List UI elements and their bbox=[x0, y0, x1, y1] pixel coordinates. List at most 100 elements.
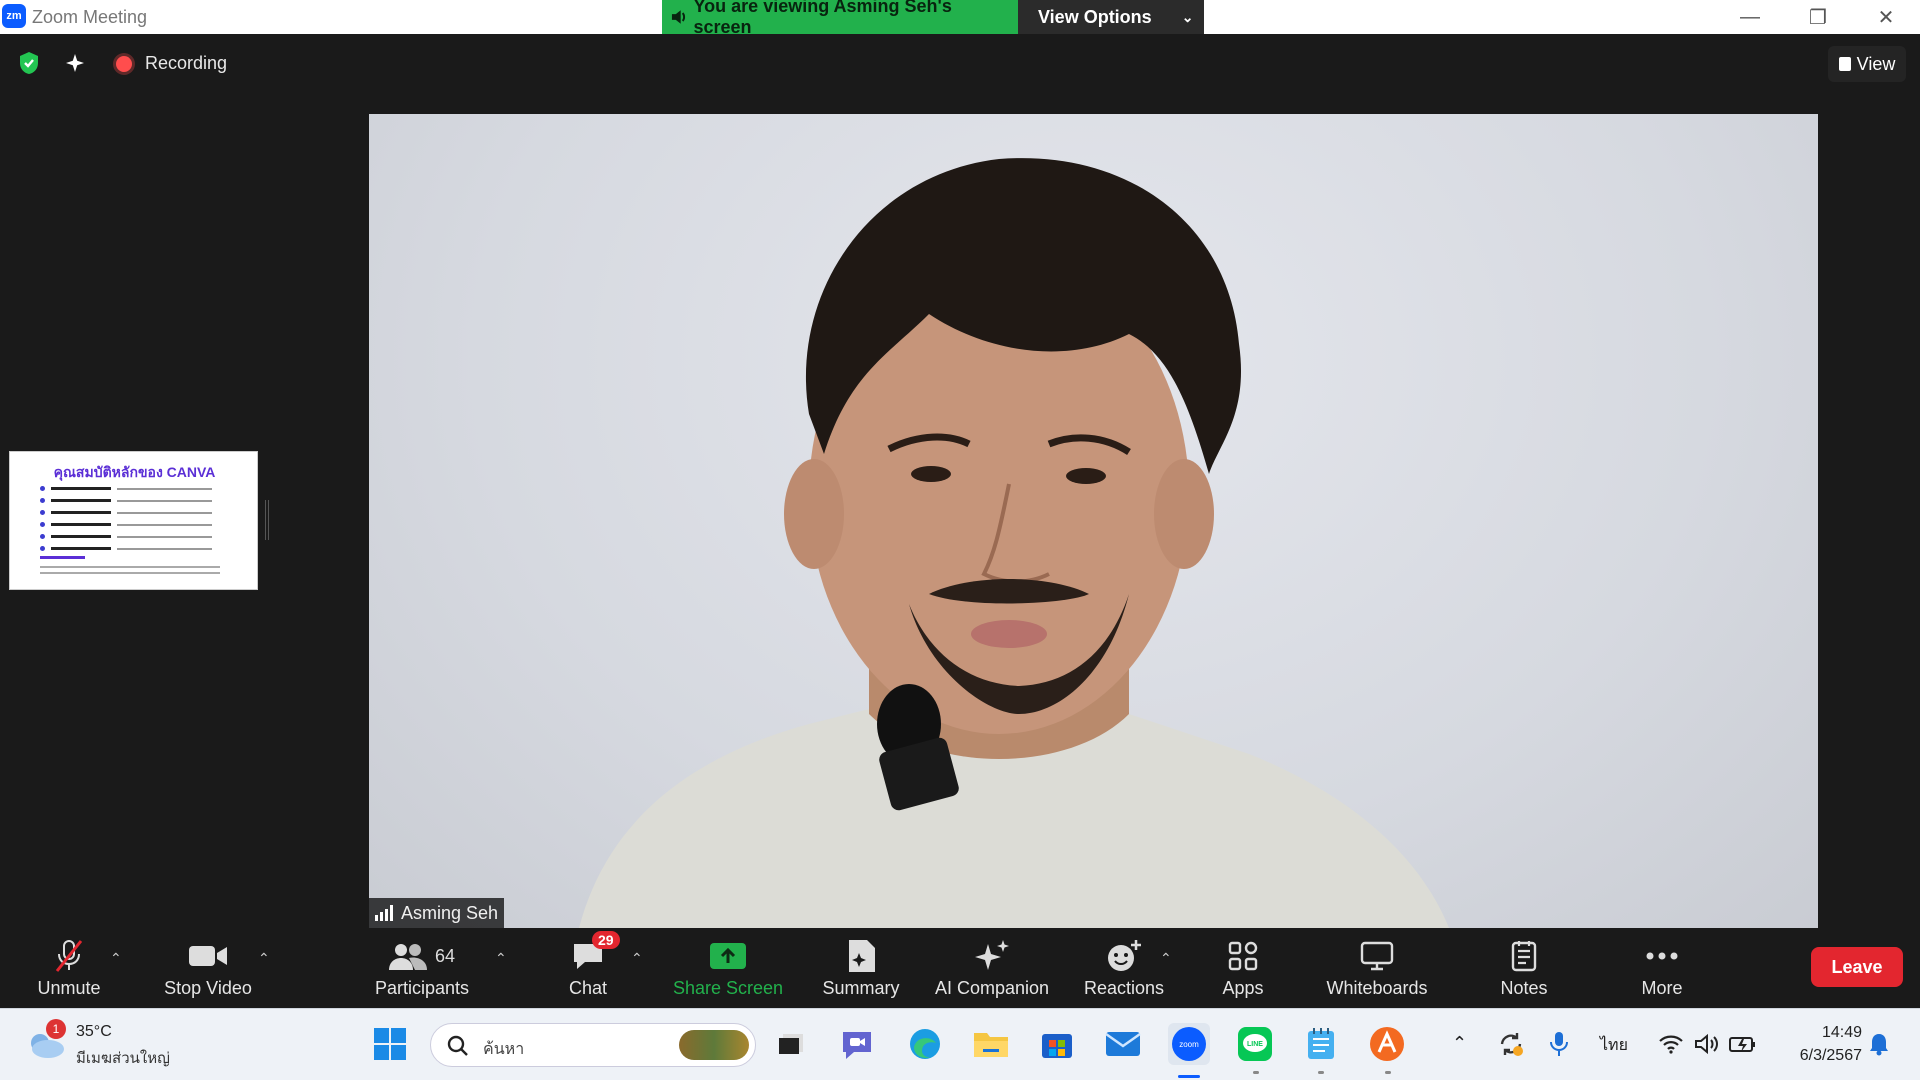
speaker-icon bbox=[671, 10, 686, 24]
thumbnail-line bbox=[40, 572, 220, 574]
participant-video-frame bbox=[579, 158, 1449, 928]
teams-chat-icon[interactable] bbox=[836, 1023, 878, 1065]
participants-count: 64 bbox=[434, 945, 456, 966]
recording-dot-icon bbox=[116, 56, 132, 72]
restore-button[interactable]: ❐ bbox=[1784, 0, 1852, 34]
share-screen-icon bbox=[709, 938, 747, 974]
ai-sparkle-icon[interactable] bbox=[60, 48, 90, 78]
tray-overflow-chevron-icon[interactable]: ⌃ bbox=[1452, 1033, 1467, 1054]
view-button[interactable]: View bbox=[1828, 46, 1906, 82]
thumbnail-line bbox=[40, 566, 220, 568]
microsoft-store-icon[interactable] bbox=[1036, 1023, 1078, 1065]
video-camera-icon bbox=[189, 938, 227, 974]
summary-document-icon bbox=[846, 938, 876, 974]
chat-label: Chat bbox=[568, 978, 608, 998]
ai-companion-button[interactable]: AI Companion bbox=[932, 928, 1052, 1008]
title-bar: zm Zoom Meeting You are viewing Asming S… bbox=[0, 0, 1920, 37]
unmute-button[interactable]: Unmute bbox=[28, 928, 110, 1008]
viewing-status: You are viewing Asming Seh's screen bbox=[662, 0, 1018, 37]
thumbnail-line bbox=[40, 522, 212, 527]
meeting-toolbar: Unmute ⌃ Stop Video ⌃ 64 Participants ⌃ … bbox=[0, 928, 1920, 1008]
view-layout-icon bbox=[1838, 57, 1851, 71]
svg-text:zoom: zoom bbox=[1179, 1040, 1199, 1049]
reactions-emoji-icon bbox=[1106, 938, 1142, 974]
share-screen-button[interactable]: Share Screen bbox=[672, 928, 784, 1008]
weather-alert-badge: 1 bbox=[46, 1019, 66, 1039]
view-label: View bbox=[1856, 53, 1896, 74]
notification-bell-icon[interactable] bbox=[1858, 1023, 1900, 1065]
sync-icon[interactable] bbox=[1490, 1023, 1532, 1065]
notes-icon bbox=[1510, 938, 1538, 974]
leave-button[interactable]: Leave bbox=[1811, 947, 1903, 987]
view-options-button[interactable]: View Options ⌄ bbox=[1018, 0, 1204, 34]
notes-label: Notes bbox=[1500, 978, 1548, 998]
clock-time[interactable]: 14:49 bbox=[1822, 1024, 1862, 1042]
summary-label: Summary bbox=[822, 978, 900, 998]
chat-unread-badge: 29 bbox=[592, 931, 620, 949]
zoom-active-indicator bbox=[1178, 1075, 1200, 1078]
line-app-icon[interactable]: LINE bbox=[1234, 1023, 1276, 1065]
edge-browser-icon[interactable] bbox=[904, 1023, 946, 1065]
chevron-down-icon: ⌄ bbox=[1181, 8, 1194, 25]
thumbnail-line bbox=[40, 486, 212, 491]
window-title: Zoom Meeting bbox=[32, 7, 148, 27]
apps-label: Apps bbox=[1222, 978, 1264, 998]
input-language[interactable]: ไทย bbox=[1600, 1033, 1628, 1058]
stop-video-label: Stop Video bbox=[164, 978, 252, 998]
more-button[interactable]: More bbox=[1634, 928, 1690, 1008]
file-explorer-icon[interactable] bbox=[970, 1023, 1012, 1065]
thumbnail-line bbox=[40, 498, 212, 503]
ai-companion-sparkle-icon bbox=[972, 938, 1012, 974]
ai-companion-label: AI Companion bbox=[934, 978, 1050, 998]
participant-name-tag: Asming Seh bbox=[369, 898, 505, 928]
view-options-label: View Options bbox=[1038, 6, 1152, 27]
reactions-caret-icon[interactable]: ⌃ bbox=[1160, 950, 1172, 967]
weather-temperature[interactable]: 35°C bbox=[76, 1023, 112, 1041]
notepad-icon[interactable] bbox=[1300, 1023, 1342, 1065]
zoom-app-icon[interactable]: zoom bbox=[1168, 1023, 1210, 1065]
recording-label[interactable]: Recording bbox=[145, 53, 227, 74]
signal-strength-icon bbox=[375, 905, 393, 921]
panel-resize-handle[interactable] bbox=[265, 500, 269, 540]
summary-button[interactable]: Summary bbox=[818, 928, 904, 1008]
thumbnail-title: คุณสมบัติหลักของ CANVA bbox=[53, 464, 216, 480]
clock-date[interactable]: 6/3/2567 bbox=[1800, 1047, 1862, 1065]
more-label: More bbox=[1641, 978, 1683, 998]
participants-button[interactable]: 64 Participants bbox=[372, 928, 472, 1008]
weather-description[interactable]: มีเมฆส่วนใหญ่ bbox=[76, 1046, 170, 1070]
participant-name: Asming Seh bbox=[401, 902, 499, 923]
security-shield-icon[interactable] bbox=[14, 48, 44, 78]
participants-label: Participants bbox=[374, 978, 470, 998]
thumbnail-line bbox=[40, 510, 212, 515]
video-options-caret-icon[interactable]: ⌃ bbox=[258, 950, 270, 967]
thumbnail-line bbox=[40, 546, 212, 551]
reactions-button[interactable]: Reactions bbox=[1080, 928, 1168, 1008]
microphone-tray-icon[interactable] bbox=[1538, 1023, 1580, 1065]
notes-button[interactable]: Notes bbox=[1496, 928, 1552, 1008]
main-video-tile[interactable]: Asming Seh bbox=[369, 114, 1818, 928]
shared-screen-thumbnail[interactable]: คุณสมบัติหลักของ CANVA bbox=[9, 451, 258, 590]
viewing-banner: You are viewing Asming Seh's screen View… bbox=[662, 0, 1204, 37]
task-view-icon[interactable] bbox=[770, 1023, 812, 1065]
notepad-running-indicator bbox=[1318, 1071, 1324, 1074]
line-running-indicator bbox=[1253, 1071, 1259, 1074]
thumbnail-line bbox=[40, 534, 212, 539]
search-icon bbox=[447, 1035, 468, 1056]
chat-caret-icon[interactable]: ⌃ bbox=[631, 950, 643, 967]
taskbar-search-input[interactable]: ค้นหา bbox=[430, 1023, 756, 1067]
audio-options-caret-icon[interactable]: ⌃ bbox=[110, 950, 122, 967]
apps-button[interactable]: Apps bbox=[1214, 928, 1272, 1008]
viewing-status-text: You are viewing Asming Seh's screen bbox=[693, 0, 952, 37]
minimize-button[interactable]: — bbox=[1716, 0, 1784, 34]
battery-icon[interactable] bbox=[1722, 1023, 1764, 1065]
search-placeholder: ค้นหา bbox=[483, 1041, 525, 1058]
mail-icon[interactable] bbox=[1102, 1023, 1144, 1065]
os-taskbar: 1 35°C มีเมฆส่วนใหญ่ ค้นหา zoom LINE ⌃ ไ… bbox=[0, 1008, 1920, 1080]
close-button[interactable]: ✕ bbox=[1852, 0, 1920, 34]
svg-text:LINE: LINE bbox=[1247, 1041, 1263, 1048]
participants-caret-icon[interactable]: ⌃ bbox=[495, 950, 507, 967]
whiteboards-button[interactable]: Whiteboards bbox=[1322, 928, 1432, 1008]
stop-video-button[interactable]: Stop Video bbox=[160, 928, 256, 1008]
windows-start-icon[interactable] bbox=[369, 1023, 411, 1065]
orange-app-icon[interactable] bbox=[1366, 1023, 1408, 1065]
